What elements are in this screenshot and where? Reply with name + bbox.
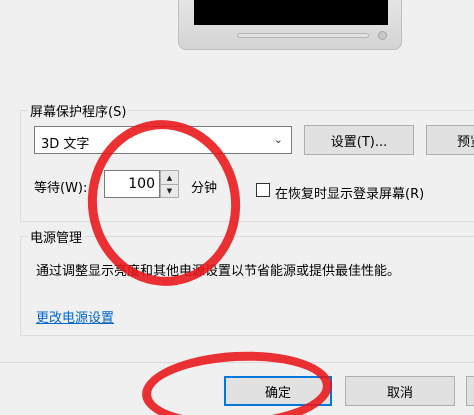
monitor-slot [237,33,369,38]
resume-show-logon-label[interactable]: 在恢复时显示登录屏幕(R) [275,183,424,202]
settings-button[interactable]: 设置(T)... [304,125,414,155]
chevron-down-icon: ⌄ [273,133,283,146]
resume-show-logon-checkbox[interactable] [256,183,270,197]
preview-button-label: 预览 [457,134,474,150]
apply-button[interactable] [466,376,474,406]
screensaver-group-label: 屏幕保护程序(S) [28,101,129,120]
monitor-screen [194,0,388,25]
screen-saver-settings-dialog: 屏幕保护程序(S) 3D 文字 ⌄ 设置(T)... 预览 等待(W): 100… [0,0,474,415]
power-group-label: 电源管理 [28,227,85,246]
monitor-preview [178,0,402,50]
preview-button[interactable]: 预览 [426,125,474,155]
wait-label: 等待(W): [34,181,88,196]
cancel-button[interactable]: 取消 [345,376,455,406]
power-led-icon [378,31,387,40]
screensaver-select-value: 3D 文字 [41,137,90,152]
annotation-circle-ok [140,347,334,415]
change-power-settings-link[interactable]: 更改电源设置 [36,307,114,326]
